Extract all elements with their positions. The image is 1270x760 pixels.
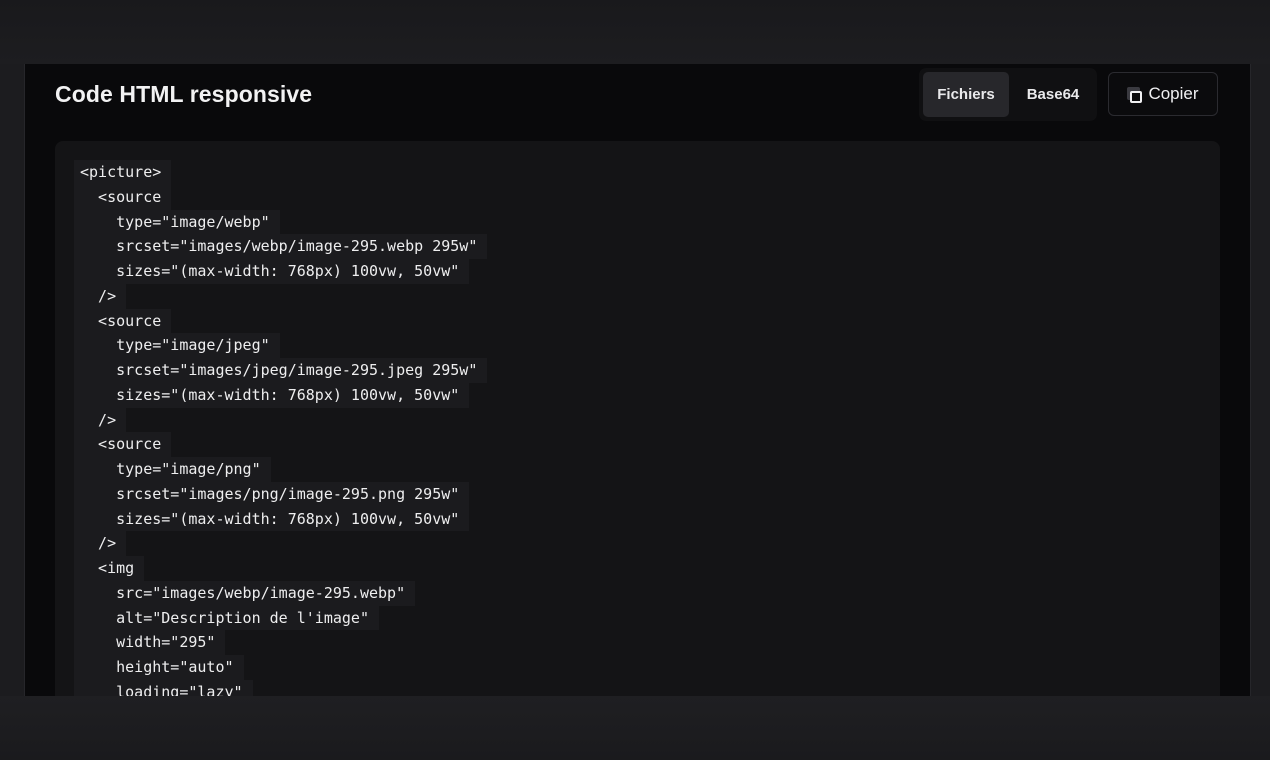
code-line: srcset="images/png/image-295.png 295w": [74, 481, 487, 507]
code-line-text: srcset="images/png/image-295.png 295w": [74, 481, 470, 507]
page: Code HTML responsive Fichiers Base64 Cop…: [0, 0, 1270, 760]
code-line-text: <source: [74, 308, 172, 334]
code-line-text: type="image/png": [74, 457, 271, 482]
code-line-text: alt="Description de l'image": [74, 605, 379, 631]
code-line: <source: [74, 308, 487, 334]
code-line-text: <picture>: [74, 160, 172, 185]
code-line-text: />: [74, 283, 127, 309]
copy-icon: [1127, 86, 1143, 103]
tab-files[interactable]: Fichiers: [923, 72, 1009, 117]
copy-button[interactable]: Copier: [1108, 72, 1218, 116]
code-panel: Code HTML responsive Fichiers Base64 Cop…: [24, 64, 1251, 696]
code-line-text: sizes="(max-width: 768px) 100vw, 50vw": [74, 506, 470, 532]
code-line-text: width="295": [74, 630, 226, 655]
code-line: loading="lazy": [74, 679, 487, 696]
code-block[interactable]: <picture> <source type="image/webp" srcs…: [55, 141, 1220, 696]
code-line-text: type="image/jpeg": [74, 333, 280, 358]
code-line: <source: [74, 432, 487, 457]
code-line: <source: [74, 184, 487, 210]
code-line-text: sizes="(max-width: 768px) 100vw, 50vw": [74, 259, 470, 284]
code-line-text: srcset="images/jpeg/image-295.jpeg 295w": [74, 358, 488, 383]
code-line-text: sizes="(max-width: 768px) 100vw, 50vw": [74, 382, 470, 408]
code-line: <img: [74, 556, 487, 581]
code-line-text: />: [74, 407, 127, 433]
code-line: />: [74, 531, 487, 556]
code-line: type="image/jpeg": [74, 333, 487, 358]
code-line-text: src="images/webp/image-295.webp": [74, 580, 416, 606]
code-line: sizes="(max-width: 768px) 100vw, 50vw": [74, 506, 487, 532]
code-line: width="295": [74, 630, 487, 655]
bottom-bar: [0, 696, 1270, 760]
code-line-text: <img: [74, 556, 145, 581]
copy-button-label: Copier: [1148, 84, 1199, 103]
code-line: src="images/webp/image-295.webp": [74, 580, 487, 606]
code-line: height="auto": [74, 655, 487, 680]
code-lines: <picture> <source type="image/webp" srcs…: [74, 160, 488, 696]
code-line-text: <source: [74, 184, 172, 210]
code-line-text: <source: [74, 432, 172, 457]
code-line-text: />: [74, 531, 127, 556]
code-line-text: height="auto": [74, 655, 244, 680]
code-line: sizes="(max-width: 768px) 100vw, 50vw": [74, 382, 487, 408]
code-line: srcset="images/jpeg/image-295.jpeg 295w": [74, 358, 488, 383]
source-toggle-group: Fichiers Base64: [919, 68, 1097, 121]
code-line-text: type="image/webp": [74, 209, 280, 235]
tab-base64[interactable]: Base64: [1013, 72, 1093, 117]
code-line: sizes="(max-width: 768px) 100vw, 50vw": [74, 259, 487, 284]
code-line: />: [74, 283, 487, 309]
code-line: type="image/webp": [74, 209, 487, 235]
code-line: alt="Description de l'image": [74, 605, 487, 631]
code-line: srcset="images/webp/image-295.webp 295w": [74, 234, 488, 259]
code-line: />: [74, 407, 487, 433]
top-bar: [0, 0, 1270, 64]
code-line: <picture>: [74, 160, 487, 185]
code-line: type="image/png": [74, 457, 487, 482]
code-line-text: loading="lazy": [74, 679, 253, 696]
panel-title: Code HTML responsive: [55, 81, 313, 107]
code-line-text: srcset="images/webp/image-295.webp 295w": [74, 234, 488, 259]
